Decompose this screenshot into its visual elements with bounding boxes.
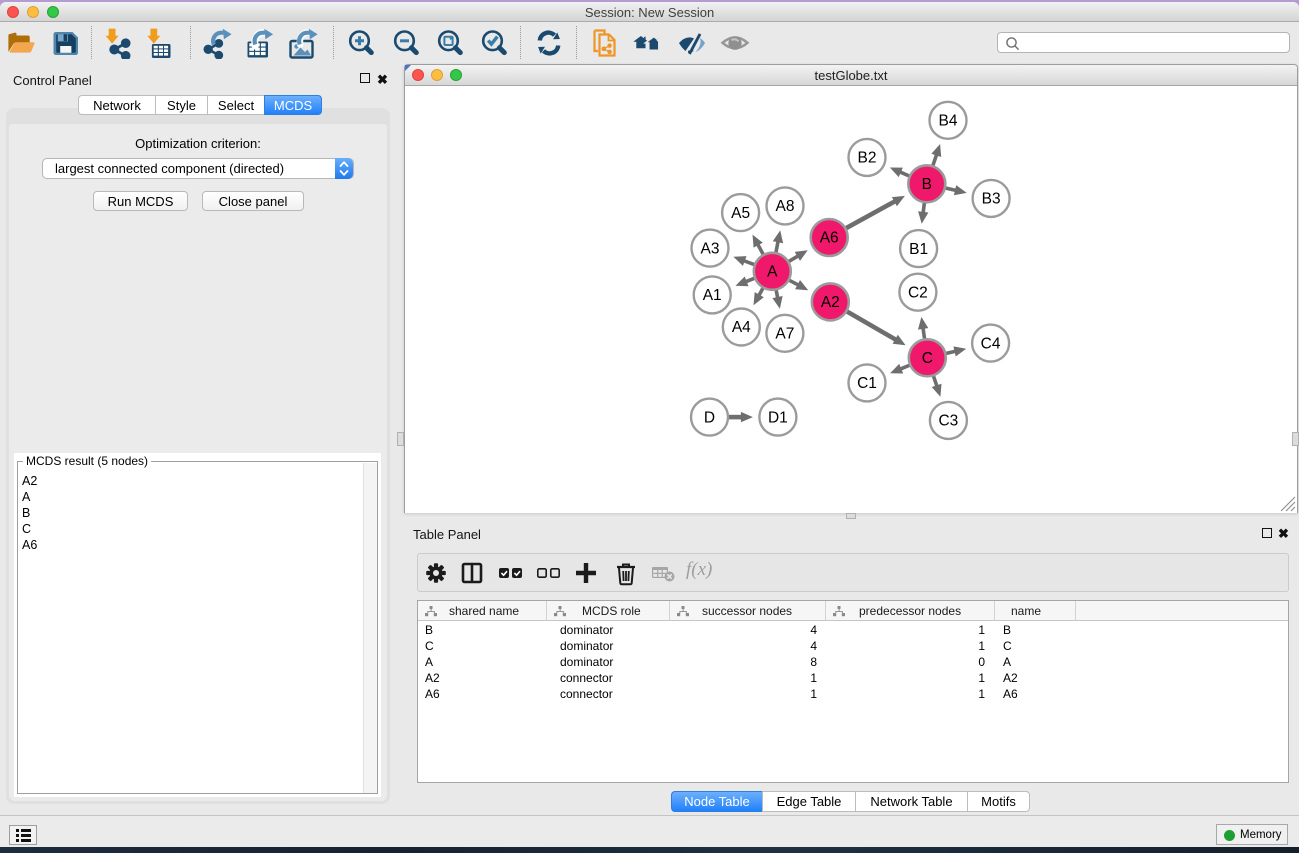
svg-text:B4: B4 bbox=[939, 113, 958, 130]
svg-text:A6: A6 bbox=[820, 230, 839, 247]
svg-text:A3: A3 bbox=[701, 240, 720, 257]
svg-text:C4: C4 bbox=[981, 335, 1001, 352]
svg-text:A7: A7 bbox=[775, 326, 794, 343]
svg-text:B3: B3 bbox=[982, 191, 1001, 208]
svg-text:B1: B1 bbox=[909, 241, 928, 258]
svg-text:C2: C2 bbox=[908, 284, 928, 301]
svg-text:A: A bbox=[767, 264, 778, 281]
svg-text:C3: C3 bbox=[938, 413, 958, 430]
svg-text:B: B bbox=[922, 176, 932, 193]
svg-text:A2: A2 bbox=[821, 294, 840, 311]
svg-text:A8: A8 bbox=[776, 198, 795, 215]
svg-text:C: C bbox=[922, 350, 933, 367]
svg-text:D: D bbox=[704, 409, 715, 426]
svg-text:B2: B2 bbox=[858, 150, 877, 167]
svg-text:C1: C1 bbox=[857, 375, 877, 392]
svg-text:D1: D1 bbox=[768, 409, 788, 426]
svg-text:A4: A4 bbox=[732, 319, 751, 336]
svg-text:A1: A1 bbox=[703, 287, 722, 304]
svg-text:A5: A5 bbox=[731, 205, 750, 222]
